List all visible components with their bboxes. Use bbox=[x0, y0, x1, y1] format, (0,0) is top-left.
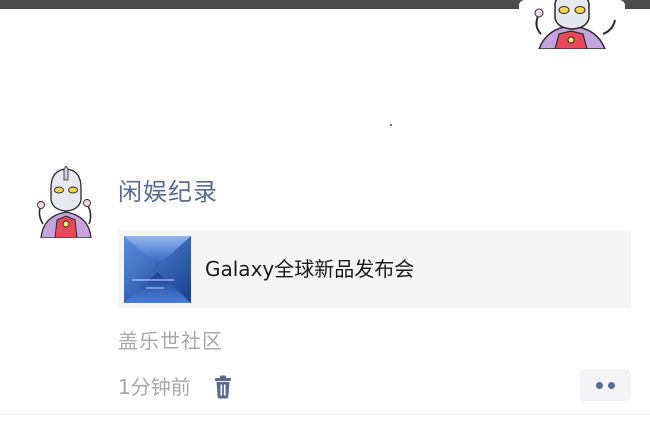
post-divider bbox=[0, 414, 650, 415]
galaxy-event-thumbnail bbox=[124, 236, 191, 303]
author-avatar[interactable] bbox=[31, 166, 100, 238]
delete-button[interactable] bbox=[210, 374, 236, 400]
previous-post-avatar[interactable] bbox=[519, 0, 625, 49]
card-title: Galaxy全球新品发布会 bbox=[205, 257, 415, 281]
ultraman-avatar-icon bbox=[519, 0, 625, 49]
trash-icon bbox=[215, 375, 231, 399]
author-name-link[interactable]: 闲娱纪录 bbox=[118, 176, 218, 208]
post-source[interactable]: 盖乐世社区 bbox=[118, 326, 223, 356]
shared-link-card[interactable]: Galaxy全球新品发布会 bbox=[118, 230, 631, 308]
speck bbox=[390, 124, 392, 126]
post-timestamp: 1分钟前 bbox=[118, 375, 191, 399]
ultraman-avatar-icon bbox=[31, 166, 100, 238]
more-actions-button[interactable] bbox=[580, 369, 631, 401]
